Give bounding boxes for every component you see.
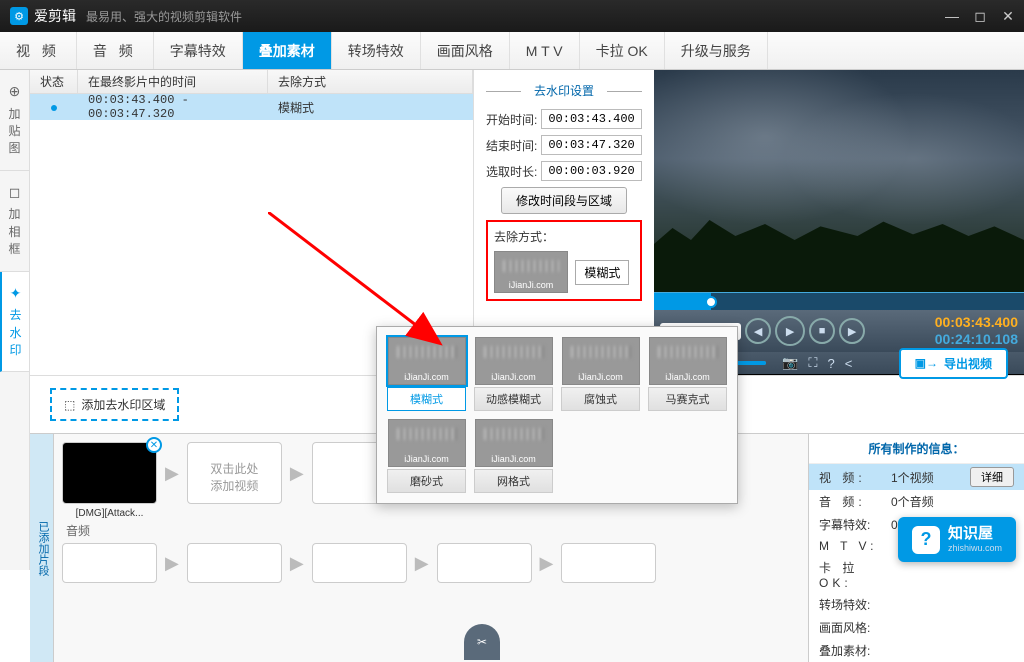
app-name: 爱剪辑 xyxy=(34,6,76,26)
method-thumb-icon: iJianJi.com xyxy=(475,419,553,467)
timecode-display: 00:03:43.400 00:24:10.108 xyxy=(935,314,1018,348)
start-time-input[interactable]: 00:03:43.400 xyxy=(541,109,642,129)
col-time: 在最终影片中的时间 xyxy=(78,70,268,93)
side-watermark[interactable]: ✦去水印 xyxy=(0,272,29,373)
tab-subtitle[interactable]: 字幕特效 xyxy=(154,32,243,69)
audio-clip-slot[interactable] xyxy=(437,543,532,583)
col-status: 状态 xyxy=(30,70,78,93)
fullscreen-icon[interactable]: ⛶ xyxy=(808,355,817,371)
side-frame[interactable]: ◻加相框 xyxy=(0,171,29,272)
video-clip[interactable]: ✕ [DMG][Attack... xyxy=(62,442,157,504)
minimize-button[interactable]: — xyxy=(946,10,958,22)
seek-handle-icon[interactable] xyxy=(705,296,717,308)
title-bar: 爱剪辑 最易用、强大的视频剪辑软件 — ◻ ✕ xyxy=(0,0,1024,32)
snapshot-icon[interactable]: 📷 xyxy=(782,355,798,371)
row-method: 模糊式 xyxy=(268,99,324,116)
method-option[interactable]: iJianJi.com模糊式 xyxy=(387,337,466,411)
tab-transition[interactable]: 转场特效 xyxy=(332,32,421,69)
arrow-icon: ▶ xyxy=(415,553,429,574)
arrow-icon: ▶ xyxy=(540,553,554,574)
app-logo-icon xyxy=(10,7,28,25)
row-time: 00:03:43.400 - 00:03:47.320 xyxy=(78,93,268,121)
method-option[interactable]: iJianJi.com磨砂式 xyxy=(387,419,466,493)
method-thumb-icon: iJianJi.com xyxy=(388,337,466,385)
method-popup: iJianJi.com模糊式iJianJi.com动感模糊式iJianJi.co… xyxy=(376,326,738,504)
status-dot-icon xyxy=(51,105,57,111)
dashed-box-icon: ⬚ xyxy=(64,398,75,412)
add-watermark-region-button[interactable]: ⬚添加去水印区域 xyxy=(50,388,179,421)
audio-track-label: 音频 xyxy=(66,522,800,539)
preview-frame[interactable] xyxy=(654,70,1024,292)
settings-title: 去水印设置 xyxy=(486,78,642,103)
info-row: 转场特效: xyxy=(809,593,1024,616)
maximize-button[interactable]: ◻ xyxy=(974,10,986,22)
arrow-icon: ▶ xyxy=(290,463,304,484)
empty-clip-slot[interactable]: 双击此处添加视频 xyxy=(187,442,282,504)
export-button[interactable]: ▣→导出视频 xyxy=(899,348,1008,379)
side-sticker[interactable]: ⊕加贴图 xyxy=(0,70,29,171)
help-icon[interactable]: ? xyxy=(827,356,834,371)
play-button[interactable]: ▶ xyxy=(775,316,805,346)
method-option[interactable]: iJianJi.com网格式 xyxy=(474,419,553,493)
method-thumb-icon: iJianJi.com xyxy=(649,337,727,385)
info-row: 音 频:0个音频 xyxy=(809,490,1024,513)
tab-upgrade[interactable]: 升级与服务 xyxy=(665,32,768,69)
method-thumb-icon: iJianJi.com xyxy=(388,419,466,467)
audio-clip-slot[interactable] xyxy=(62,543,157,583)
stop-button[interactable]: ■ xyxy=(809,318,835,344)
timeline-tab-added[interactable]: 已添加片段 xyxy=(30,434,54,662)
arrow-icon: ▶ xyxy=(165,463,179,484)
method-thumb-icon: iJianJi.com xyxy=(475,337,553,385)
audio-clip-slot[interactable] xyxy=(561,543,656,583)
method-option[interactable]: iJianJi.com腐蚀式 xyxy=(561,337,640,411)
brand-logo-icon: ? xyxy=(912,526,940,554)
method-option[interactable]: iJianJi.com动感模糊式 xyxy=(474,337,553,411)
table-row[interactable]: 00:03:43.400 - 00:03:47.320 模糊式 xyxy=(30,94,473,120)
method-thumb[interactable]: iJianJi.com xyxy=(494,251,568,293)
audio-clip-slot[interactable] xyxy=(312,543,407,583)
tab-karaoke[interactable]: 卡拉 OK xyxy=(580,32,665,69)
remove-clip-icon[interactable]: ✕ xyxy=(146,437,162,453)
overlay-sidebar: ⊕加贴图 ◻加相框 ✦去水印 xyxy=(0,70,30,570)
cut-button[interactable]: ✂ xyxy=(464,624,500,660)
info-row: 画面风格: xyxy=(809,616,1024,639)
export-icon: ▣→ xyxy=(915,356,938,370)
star-icon: ✦ xyxy=(6,284,25,304)
remove-method-box: 去除方式： iJianJi.com 模糊式 xyxy=(486,220,642,301)
close-button[interactable]: ✕ xyxy=(1002,10,1014,22)
main-tabs: 视 频 音 频 字幕特效 叠加素材 转场特效 画面风格 M T V 卡拉 OK … xyxy=(0,32,1024,70)
tab-overlay[interactable]: 叠加素材 xyxy=(243,32,332,69)
duration-display: 00:00:03.920 xyxy=(541,161,642,181)
detail-button[interactable]: 详细 xyxy=(970,467,1014,487)
arrow-icon: ▶ xyxy=(290,553,304,574)
info-row: 叠加素材: xyxy=(809,639,1024,662)
col-method: 去除方式 xyxy=(268,70,473,93)
seek-bar[interactable] xyxy=(654,292,1024,310)
method-label[interactable]: 模糊式 xyxy=(575,260,629,285)
frame-icon: ◻ xyxy=(4,183,25,203)
info-row: 视 频:1个视频详细 xyxy=(809,464,1024,490)
next-frame-button[interactable]: ▶ xyxy=(839,318,865,344)
share-icon[interactable]: < xyxy=(845,356,853,371)
app-subtitle: 最易用、强大的视频剪辑软件 xyxy=(86,8,242,25)
audio-clip-slot[interactable] xyxy=(187,543,282,583)
method-thumb-icon: iJianJi.com xyxy=(562,337,640,385)
add-icon: ⊕ xyxy=(4,82,25,102)
watermark-brand: ? 知识屋zhishiwu.com xyxy=(898,517,1016,562)
tab-audio[interactable]: 音 频 xyxy=(77,32,154,69)
arrow-icon: ▶ xyxy=(165,553,179,574)
tab-style[interactable]: 画面风格 xyxy=(421,32,510,69)
tab-video[interactable]: 视 频 xyxy=(0,32,77,69)
end-time-input[interactable]: 00:03:47.320 xyxy=(541,135,642,155)
tab-mtv[interactable]: M T V xyxy=(510,32,580,69)
prev-frame-button[interactable]: ◀ xyxy=(745,318,771,344)
modify-region-button[interactable]: 修改时间段与区域 xyxy=(501,187,627,214)
method-option[interactable]: iJianJi.com马赛克式 xyxy=(648,337,727,411)
